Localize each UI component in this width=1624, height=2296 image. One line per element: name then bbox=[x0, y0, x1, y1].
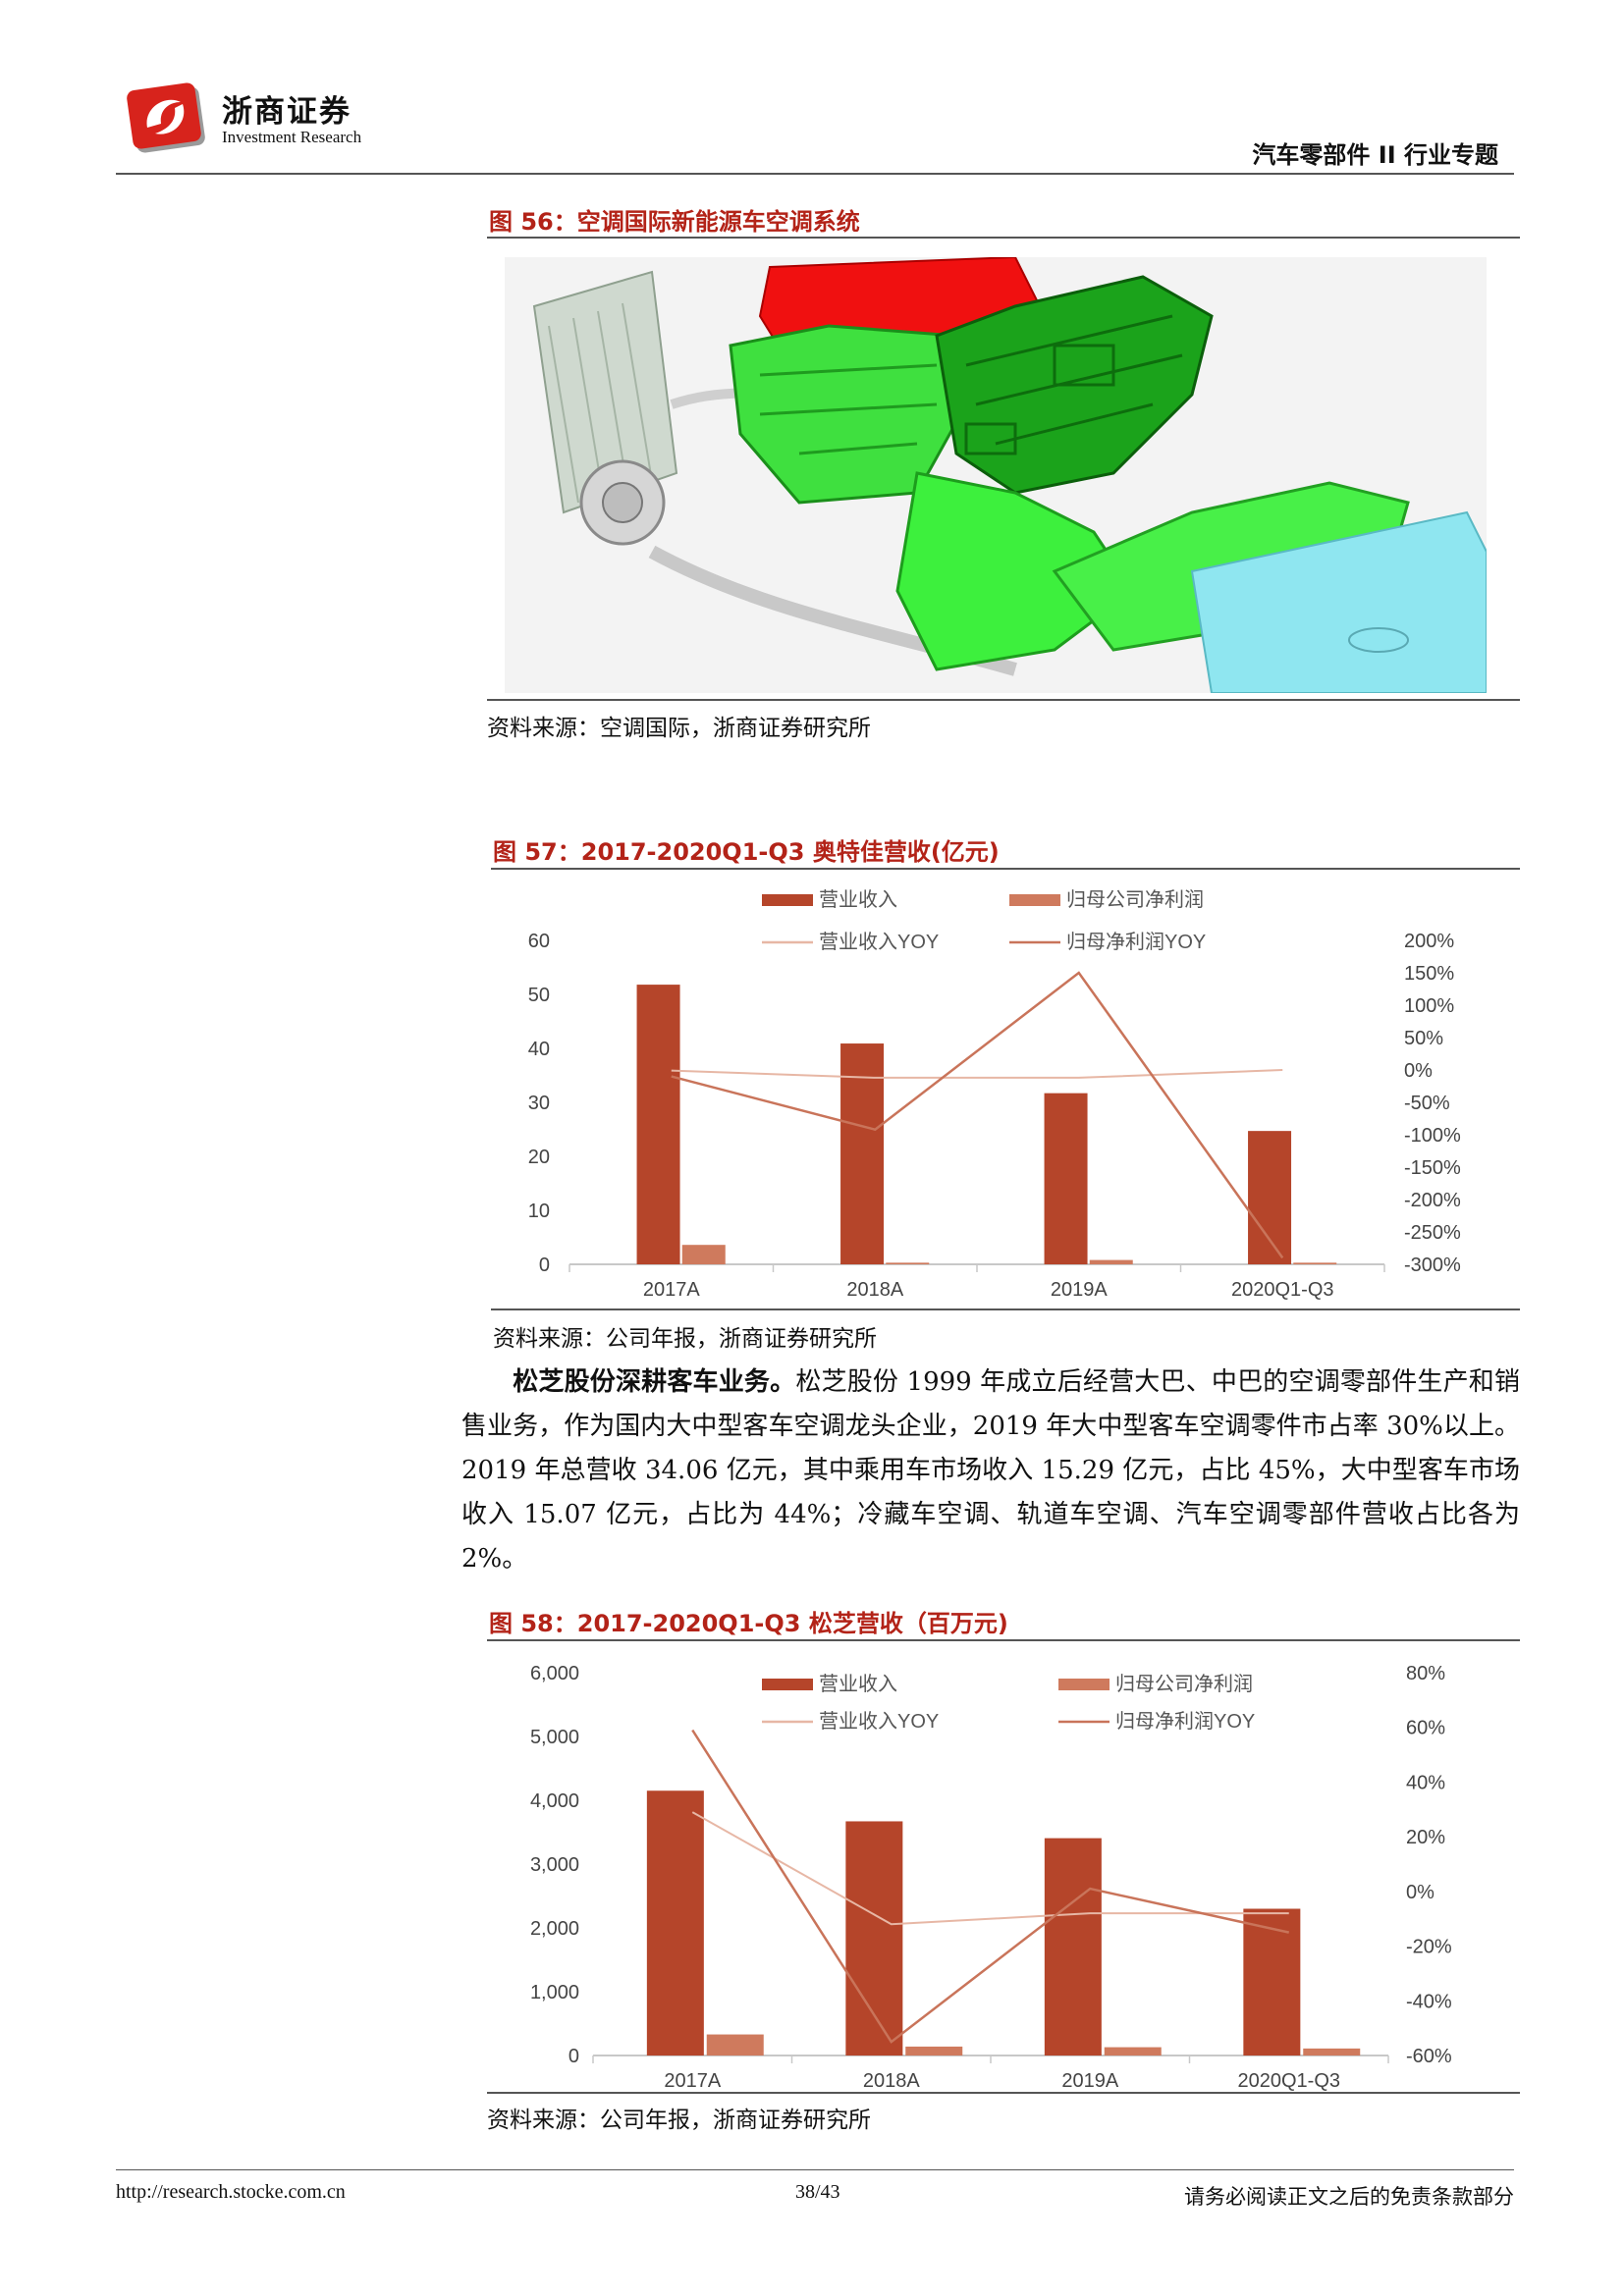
figure58-source: 资料来源：公司年报，浙商证券研究所 bbox=[487, 2108, 871, 2133]
x-tick-label: 2018A bbox=[863, 2070, 920, 2091]
bar-revenue bbox=[1243, 1908, 1301, 2056]
figure56-top-rule bbox=[487, 237, 1520, 239]
bar-revenue bbox=[1044, 1838, 1102, 2056]
section-title: 汽车零部件 II 行业专题 bbox=[1252, 141, 1498, 169]
bar-net-profit bbox=[1303, 2048, 1361, 2056]
body-paragraph: 松芝股份深耕客车业务。松芝股份 1999 年成立后经营大巴、中巴的空调零部件生产… bbox=[461, 1361, 1520, 1581]
paragraph-body: 松芝股份 1999 年成立后经营大巴、中巴的空调零部件生产和销售业务，作为国内大… bbox=[461, 1367, 1520, 1574]
y-tick-label: 3,000 bbox=[530, 1854, 579, 1876]
figure58-title: 图 58：2017-2020Q1-Q3 松芝营收（百万元) bbox=[489, 1610, 1008, 1637]
y-tick-label: 6,000 bbox=[530, 1663, 579, 1684]
y2-tick-label: -50% bbox=[1404, 1093, 1450, 1114]
header-divider bbox=[116, 173, 1514, 175]
x-tick-label: 2020Q1-Q3 bbox=[1231, 1279, 1334, 1301]
hvac-system-image bbox=[505, 255, 1488, 694]
x-tick-label: 2017A bbox=[664, 2070, 721, 2091]
y-tick-label: 4,000 bbox=[530, 1790, 579, 1812]
y2-tick-label: 20% bbox=[1406, 1827, 1445, 1848]
logo-icon bbox=[127, 82, 205, 153]
legend-label: 营业收入 bbox=[819, 888, 897, 911]
y-tick-label: 60 bbox=[528, 931, 550, 952]
y-tick-label: 30 bbox=[528, 1093, 550, 1114]
bar-revenue bbox=[845, 1821, 903, 2056]
legend-label: 营业收入YOY bbox=[819, 931, 939, 953]
y2-tick-label: 100% bbox=[1404, 995, 1454, 1017]
legend-label: 归母公司净利润 bbox=[1115, 1673, 1253, 1695]
y2-tick-label: 150% bbox=[1404, 963, 1454, 985]
legend-swatch bbox=[1009, 894, 1060, 906]
y2-tick-label: 40% bbox=[1406, 1772, 1445, 1793]
bar-revenue bbox=[636, 985, 680, 1264]
paragraph-lead: 松芝股份深耕客车业务。 bbox=[513, 1367, 796, 1397]
bar-net-profit bbox=[681, 1245, 726, 1264]
line-net-profit-yoy bbox=[691, 1729, 1290, 2044]
bar-net-profit bbox=[1293, 1262, 1337, 1264]
x-tick-label: 2018A bbox=[846, 1279, 903, 1301]
y-tick-label: 40 bbox=[528, 1039, 550, 1060]
bar-net-profit bbox=[886, 1262, 930, 1264]
legend-label: 归母净利润YOY bbox=[1066, 931, 1206, 953]
y2-tick-label: -40% bbox=[1406, 1991, 1452, 2012]
legend-label: 营业收入 bbox=[819, 1673, 897, 1695]
y-tick-label: 10 bbox=[528, 1201, 550, 1222]
y-tick-label: 5,000 bbox=[530, 1727, 579, 1748]
bar-net-profit bbox=[706, 2034, 764, 2056]
chart57: 0 10 20 30 40 50 60 -300% -250% -200% -150% -100% -5… bbox=[491, 870, 1520, 1308]
y2-tick-label: -60% bbox=[1406, 2046, 1452, 2067]
y2-tick-label: 0% bbox=[1404, 1060, 1433, 1082]
figure56-bottom-rule bbox=[487, 699, 1520, 701]
figure58-bottom-rule bbox=[487, 2092, 1520, 2094]
figure57-title: 图 57：2017-2020Q1-Q3 奥特佳营收(亿元) bbox=[493, 838, 1000, 866]
bar-revenue bbox=[646, 1790, 704, 2056]
y2-tick-label: -250% bbox=[1404, 1222, 1461, 1244]
figure56-source: 资料来源：空调国际，浙商证券研究所 bbox=[487, 716, 871, 741]
figure57-source: 资料来源：公司年报，浙商证券研究所 bbox=[493, 1326, 877, 1352]
chart58: 0 1,000 2,000 3,000 4,000 5,000 6,000 -60% -40% -… bbox=[491, 1641, 1520, 2092]
y-tick-label: 20 bbox=[528, 1147, 550, 1168]
x-tick-label: 2019A bbox=[1051, 1279, 1108, 1301]
legend-label: 营业收入YOY bbox=[819, 1710, 939, 1733]
x-tick-label: 2020Q1-Q3 bbox=[1237, 2070, 1340, 2091]
y2-tick-label: 200% bbox=[1404, 931, 1454, 952]
footer-url[interactable]: http://research.stocke.com.cn bbox=[116, 2181, 346, 2204]
brand-name-cn: 浙商证券 bbox=[222, 94, 352, 130]
legend-swatch bbox=[762, 894, 813, 906]
footer-disclaimer: 请务必阅读正文之后的免责条款部分 bbox=[1184, 2185, 1514, 2209]
line-net-profit-yoy bbox=[671, 971, 1284, 1259]
bar-net-profit bbox=[1104, 2047, 1162, 2056]
page-number: 38/43 bbox=[795, 2181, 840, 2203]
x-tick-label: 2017A bbox=[643, 1279, 700, 1301]
y2-tick-label: 60% bbox=[1406, 1718, 1445, 1739]
brand-name-en: Investment Research bbox=[222, 128, 362, 146]
figure57-bottom-rule bbox=[491, 1308, 1520, 1310]
bar-net-profit bbox=[905, 2046, 963, 2056]
legend-label: 归母净利润YOY bbox=[1115, 1710, 1255, 1733]
bar-revenue bbox=[1044, 1093, 1088, 1264]
y2-tick-label: 50% bbox=[1404, 1028, 1443, 1049]
figure56-title: 图 56：空调国际新能源车空调系统 bbox=[489, 208, 860, 236]
y2-tick-label: -20% bbox=[1406, 1937, 1452, 1958]
y2-tick-label: -150% bbox=[1404, 1157, 1461, 1179]
y-tick-label: 2,000 bbox=[530, 1918, 579, 1940]
legend-swatch bbox=[1058, 1679, 1110, 1690]
footer-divider bbox=[116, 2169, 1514, 2170]
y-tick-label: 0 bbox=[539, 1255, 550, 1276]
bar-revenue bbox=[1248, 1131, 1292, 1264]
y2-tick-label: 0% bbox=[1406, 1882, 1435, 1903]
y-tick-label: 50 bbox=[528, 985, 550, 1006]
y-tick-label: 0 bbox=[568, 2046, 579, 2067]
y2-tick-label: 80% bbox=[1406, 1663, 1445, 1684]
legend-label: 归母公司净利润 bbox=[1066, 888, 1204, 911]
y2-tick-label: -300% bbox=[1404, 1255, 1461, 1276]
legend-swatch bbox=[762, 1679, 813, 1690]
y2-tick-label: -100% bbox=[1404, 1125, 1461, 1147]
y-tick-label: 1,000 bbox=[530, 1982, 579, 2003]
y2-tick-label: -200% bbox=[1404, 1190, 1461, 1211]
line-revenue-yoy bbox=[671, 1069, 1283, 1079]
x-tick-label: 2019A bbox=[1061, 2070, 1118, 2091]
bar-net-profit bbox=[1089, 1259, 1133, 1264]
